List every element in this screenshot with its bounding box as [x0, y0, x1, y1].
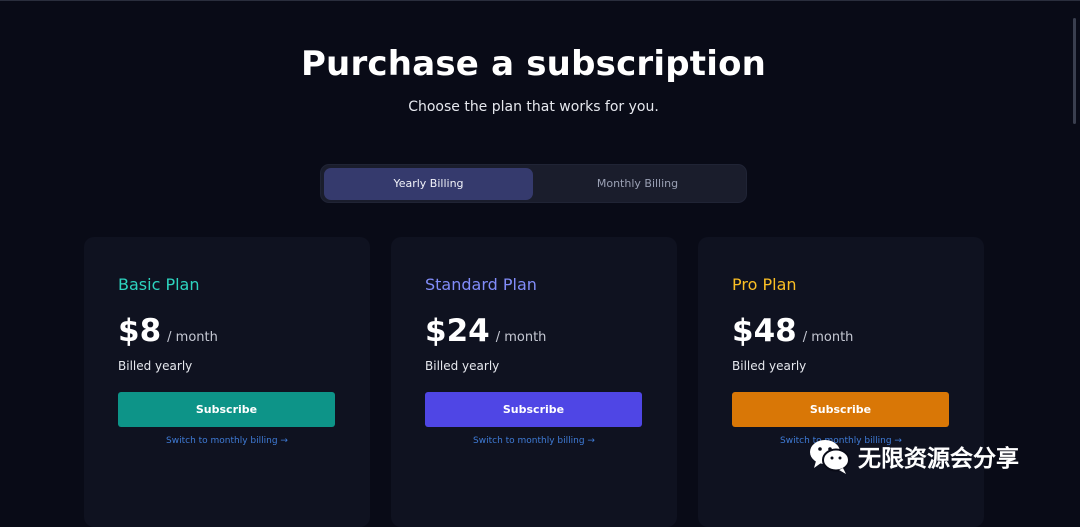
billing-note: Billed yearly: [425, 359, 500, 373]
plan-card-standard: Standard Plan $24 / month Billed yearly S…: [391, 237, 677, 527]
scrollbar[interactable]: [1070, 0, 1080, 507]
subscribe-button-pro[interactable]: Subscribe: [732, 392, 949, 427]
billing-note: Billed yearly: [732, 359, 807, 373]
subscribe-button-standard[interactable]: Subscribe: [425, 392, 642, 427]
billing-toggle: Yearly Billing Monthly Billing: [320, 164, 747, 203]
price-row: $8 / month: [118, 313, 218, 349]
billing-note: Billed yearly: [118, 359, 193, 373]
price-row: $48 / month: [732, 313, 853, 349]
plan-price: $48: [732, 313, 797, 349]
plan-period: / month: [167, 330, 218, 345]
watermark: 无限资源会分享: [808, 436, 1019, 476]
plan-card-basic: Basic Plan $8 / month Billed yearly Subsc…: [84, 237, 370, 527]
page-title: Purchase a subscription: [300, 44, 767, 84]
plan-period: / month: [802, 330, 854, 345]
plan-name: Standard Plan: [425, 275, 537, 294]
page-subtitle: Choose the plan that works for you.: [408, 99, 659, 115]
scrollbar-thumb[interactable]: [1073, 18, 1076, 124]
plan-price: $24: [425, 313, 490, 349]
switch-to-monthly-link[interactable]: Switch to monthly billing →: [391, 436, 677, 446]
plan-card-pro: Pro Plan $48 / month Billed yearly Subscr…: [698, 237, 984, 527]
subscribe-button-basic[interactable]: Subscribe: [118, 392, 335, 427]
yearly-billing-tab[interactable]: Yearly Billing: [324, 168, 533, 200]
plan-price: $8: [118, 313, 162, 349]
wechat-icon: [810, 440, 850, 474]
plan-name: Pro Plan: [732, 275, 797, 294]
plan-name: Basic Plan: [118, 275, 200, 294]
switch-to-monthly-link[interactable]: Switch to monthly billing →: [84, 436, 370, 446]
watermark-text: 无限资源会分享: [858, 446, 1019, 472]
plan-period: / month: [495, 330, 547, 345]
price-row: $24 / month: [425, 313, 546, 349]
window-top-border: [0, 0, 1080, 1]
monthly-billing-tab[interactable]: Monthly Billing: [533, 168, 742, 200]
